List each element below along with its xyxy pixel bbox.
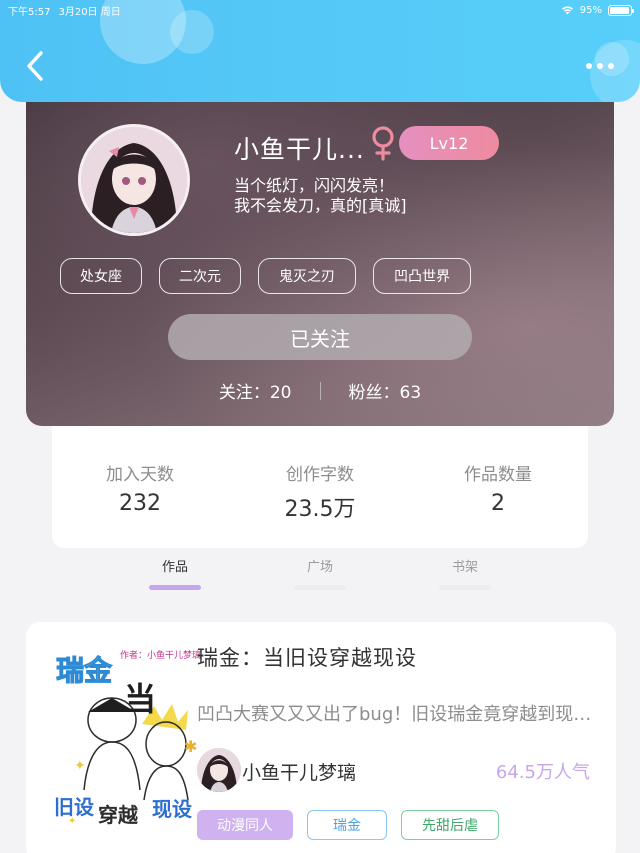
stat-words: 创作字数 23.5万	[245, 460, 395, 523]
more-dots-icon	[597, 63, 603, 69]
level-badge: Lv12	[399, 126, 499, 160]
cover-text: 穿越	[98, 803, 139, 827]
following-label: 关注：	[218, 383, 270, 403]
status-time: 下午5:57	[8, 6, 51, 18]
top-nav-bar: 下午5:57 3月20日 周日 95%	[0, 0, 640, 102]
stats-card: 加入天数 232 创作字数 23.5万 作品数量 2	[52, 410, 588, 548]
tab-indicator	[439, 585, 491, 590]
bio-line: 当个纸灯，闪闪发亮！	[234, 176, 395, 195]
book-tags: 动漫同人 瑞金 先甜后虐	[197, 810, 499, 840]
stat-value: 2	[491, 491, 505, 516]
cover-text: 当	[124, 680, 156, 718]
divider	[319, 381, 321, 400]
book-card[interactable]: ✱ ✦ ✦ 瑞金 作者：小鱼干儿梦璃 当 旧设 穿越 现设 瑞金：当旧设穿越现设…	[26, 622, 616, 853]
author-avatar[interactable]	[197, 748, 241, 792]
profile-tag[interactable]: 二次元	[159, 258, 241, 294]
bio-line: 我不会发刀，真的[真诚]	[234, 196, 407, 215]
back-button[interactable]	[20, 48, 50, 84]
profile-tag[interactable]: 鬼灭之刃	[258, 258, 356, 294]
username: 小鱼干儿...	[234, 135, 365, 164]
profile-tag[interactable]: 凹凸世界	[373, 258, 471, 294]
book-tag[interactable]: 动漫同人	[197, 810, 293, 840]
status-right: 95%	[561, 4, 634, 16]
stat-value: 23.5万	[284, 497, 356, 522]
female-icon	[372, 126, 394, 161]
profile-card: 小鱼干儿... Lv12 当个纸灯，闪闪发亮！ 我不会发刀，真的[真诚] 处女座…	[26, 96, 614, 426]
followers-count-link[interactable]: 粉丝：63	[349, 378, 422, 403]
book-tag[interactable]: 先甜后虐	[401, 810, 499, 840]
followers-count: 63	[399, 383, 422, 403]
chevron-left-icon	[27, 51, 43, 81]
cover-text: 作者：小鱼干儿梦璃	[120, 649, 201, 661]
cover-text: 现设	[152, 797, 192, 821]
cover-text: 瑞金	[56, 654, 113, 687]
bio: 当个纸灯，闪闪发亮！ 我不会发刀，真的[真诚]	[234, 176, 534, 216]
book-title[interactable]: 瑞金：当旧设穿越现设	[197, 642, 417, 672]
cover-illustration: ✱ ✦ ✦ 瑞金 作者：小鱼干儿梦璃 当 旧设 穿越 现设	[54, 640, 214, 853]
more-button[interactable]	[580, 56, 620, 76]
author-name[interactable]: 小鱼干儿梦璃	[242, 758, 356, 785]
stat-works: 作品数量 2	[423, 460, 573, 516]
stat-value: 232	[119, 491, 161, 516]
status-bar: 下午5:57 3月20日 周日 95%	[0, 0, 640, 20]
tab-indicator	[149, 585, 201, 590]
svg-text:✱: ✱	[184, 737, 197, 756]
tab-square[interactable]: 广场	[290, 556, 350, 590]
status-date: 3月20日 周日	[58, 6, 121, 18]
follow-button[interactable]: 已关注	[168, 314, 472, 360]
following-count-link[interactable]: 关注：20	[219, 378, 292, 403]
svg-text:✦: ✦	[74, 758, 86, 774]
follow-counts: 关注：20 粉丝：63	[26, 378, 614, 403]
more-dots-icon	[608, 63, 614, 69]
tab-label: 书架	[451, 560, 478, 575]
battery-icon	[608, 4, 634, 16]
profile-tag[interactable]: 处女座	[60, 258, 142, 294]
tab-works[interactable]: 作品	[145, 556, 205, 590]
tab-label: 广场	[306, 560, 333, 575]
tab-bookshelf[interactable]: 书架	[435, 556, 495, 590]
avatar[interactable]	[78, 124, 190, 236]
stat-label: 创作字数	[286, 465, 354, 485]
more-dots-icon	[586, 63, 592, 69]
battery-fill	[610, 6, 629, 14]
cover-text: 旧设	[54, 795, 94, 819]
book-description: 凹凸大赛又又又出了bug！旧设瑞金竟穿越到现设了！	[197, 704, 592, 725]
book-cover[interactable]: ✱ ✦ ✦ 瑞金 作者：小鱼干儿梦璃 当 旧设 穿越 现设	[54, 640, 214, 853]
battery-percent: 95%	[579, 4, 602, 16]
following-count: 20	[269, 383, 292, 403]
stat-days: 加入天数 232	[65, 460, 215, 516]
profile-tags: 处女座 二次元 鬼灭之刃 凹凸世界	[60, 258, 471, 294]
stat-label: 加入天数	[106, 465, 174, 485]
tab-label: 作品	[161, 560, 188, 575]
wifi-icon	[561, 6, 573, 15]
stat-label: 作品数量	[464, 465, 532, 485]
author-avatar-illustration	[197, 748, 241, 792]
avatar-illustration	[81, 127, 187, 233]
followers-label: 粉丝：	[348, 383, 400, 403]
book-tag[interactable]: 瑞金	[307, 810, 387, 840]
tab-indicator	[294, 585, 346, 590]
popularity-count: 64.5万人气	[495, 762, 590, 783]
content-tabs: 作品 广场 书架	[0, 548, 640, 594]
